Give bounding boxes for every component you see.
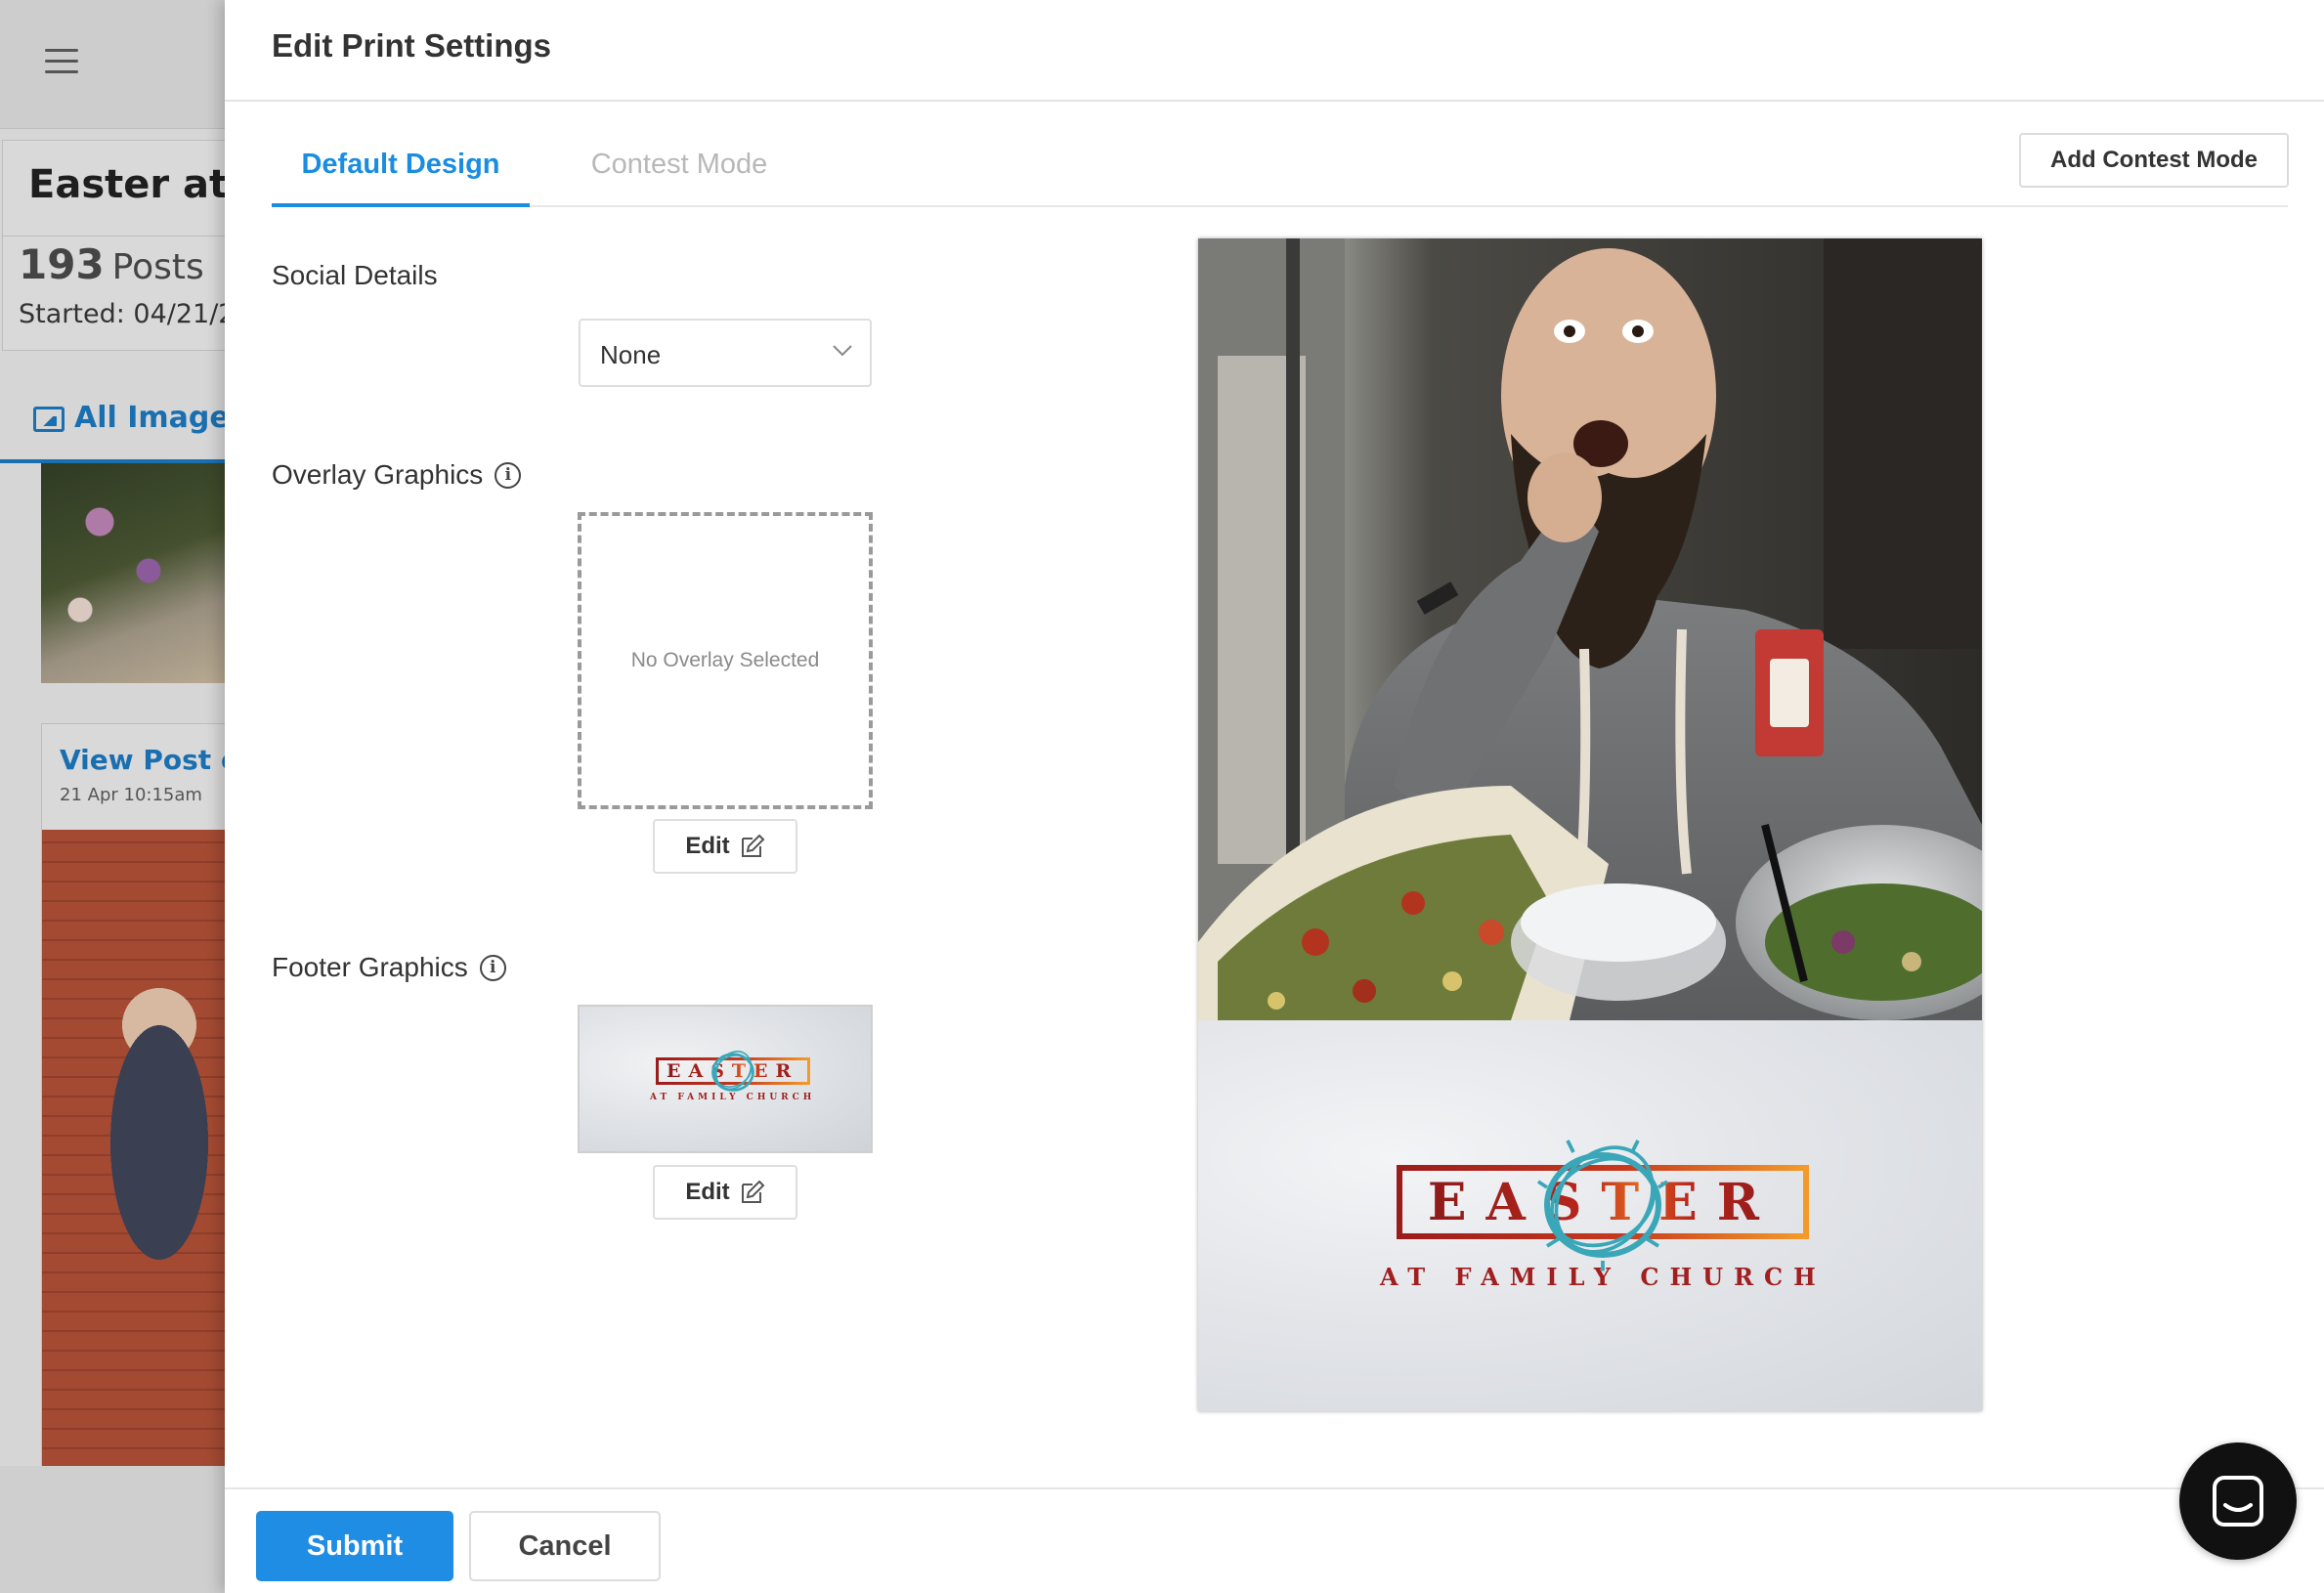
submit-button[interactable]: Submit bbox=[256, 1511, 453, 1581]
footer-graphic-thumbnail[interactable]: EASTER AT FAMILY CHURCH bbox=[578, 1005, 873, 1153]
view-post-link[interactable]: View Post on bbox=[60, 744, 235, 776]
easter-logo-large: EASTER AT FAMILY CHURCH bbox=[1380, 1140, 1827, 1291]
social-details-label: Social Details bbox=[272, 260, 438, 291]
cancel-button[interactable]: Cancel bbox=[469, 1511, 661, 1581]
campaign-started-date: Started: 04/21/2 bbox=[19, 299, 235, 329]
post-timestamp: 21 Apr 10:15am bbox=[60, 785, 202, 805]
social-details-value: None bbox=[600, 340, 662, 369]
easter-logo-small: EASTER AT FAMILY CHURCH bbox=[650, 1051, 815, 1102]
background-footer bbox=[0, 1466, 235, 1593]
campaign-title: Easter at F bbox=[28, 162, 235, 207]
overlay-graphics-label: Overlay Graphics i bbox=[272, 459, 522, 491]
no-overlay-text: No Overlay Selected bbox=[630, 649, 820, 671]
preview-photo bbox=[1198, 238, 1982, 1020]
footer-graphics-text: Footer Graphics bbox=[272, 952, 468, 982]
chat-launcher-button[interactable] bbox=[2179, 1442, 2297, 1560]
tab-all-images-label: All Images bbox=[74, 401, 235, 435]
social-details-text: Social Details bbox=[272, 260, 438, 290]
campaign-card: Easter at F 193Posts Started: 04/21/2 bbox=[2, 140, 235, 351]
background-app: Easter at F 193Posts Started: 04/21/2 Al… bbox=[0, 0, 235, 1593]
overlay-edit-label: Edit bbox=[685, 833, 730, 859]
post-card: View Post on 21 Apr 10:15am bbox=[41, 723, 235, 1467]
crown-of-thorns-icon bbox=[1537, 1140, 1669, 1271]
tab-default-design[interactable]: Default Design bbox=[272, 149, 530, 207]
design-tabs: Default Design Contest Mode bbox=[272, 131, 2288, 207]
hamburger-icon[interactable] bbox=[45, 49, 78, 74]
print-preview: EASTER AT FAMILY CHURCH bbox=[1198, 238, 1982, 1411]
edit-pencil-icon bbox=[741, 1180, 765, 1203]
easter-logo-frame: EASTER bbox=[1397, 1140, 1810, 1271]
app-topbar bbox=[0, 0, 235, 129]
preview-footer-graphic: EASTER AT FAMILY CHURCH bbox=[1198, 1020, 1982, 1411]
chevron-down-icon bbox=[833, 345, 852, 357]
divider bbox=[3, 236, 235, 237]
easter-logo-frame: EASTER bbox=[655, 1051, 810, 1092]
overlay-dropzone[interactable]: No Overlay Selected bbox=[578, 512, 873, 809]
edit-pencil-icon bbox=[741, 834, 765, 857]
footer-graphics-label: Footer Graphics i bbox=[272, 952, 506, 983]
modal-footer: Submit Cancel bbox=[225, 1487, 2324, 1593]
add-contest-mode-button[interactable]: Add Contest Mode bbox=[2019, 133, 2289, 188]
images-icon bbox=[33, 407, 65, 432]
footer-edit-button[interactable]: Edit bbox=[653, 1165, 797, 1220]
info-icon[interactable]: i bbox=[479, 954, 506, 981]
post-image[interactable] bbox=[42, 830, 235, 1467]
overlay-edit-button[interactable]: Edit bbox=[653, 819, 797, 874]
info-icon[interactable]: i bbox=[495, 461, 522, 489]
social-details-select[interactable]: None bbox=[579, 319, 872, 387]
gallery-image[interactable] bbox=[41, 463, 235, 683]
overlay-graphics-text: Overlay Graphics bbox=[272, 459, 484, 490]
tab-contest-mode[interactable]: Contest Mode bbox=[555, 149, 803, 207]
post-count-number: 193 bbox=[19, 240, 105, 288]
edit-print-settings-modal: Edit Print Settings Default Design Conte… bbox=[225, 0, 2324, 1593]
post-count: 193 Posts bbox=[19, 240, 204, 288]
post-count-label: Posts bbox=[111, 247, 204, 287]
chat-icon bbox=[2213, 1476, 2263, 1527]
modal-title: Edit Print Settings bbox=[272, 27, 552, 64]
modal-header: Edit Print Settings bbox=[225, 0, 2324, 102]
tab-all-images[interactable]: All Images bbox=[0, 391, 235, 463]
crown-of-thorns-icon bbox=[710, 1051, 754, 1092]
footer-edit-label: Edit bbox=[685, 1179, 730, 1205]
